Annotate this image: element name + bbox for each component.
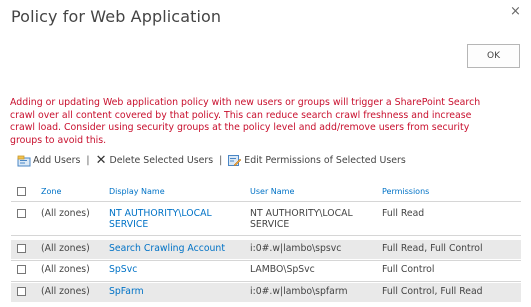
row-separator: [11, 260, 521, 261]
display-name-line: Search Crawling Account: [109, 243, 225, 254]
user-name-line: SERVICE: [250, 219, 290, 230]
add-users-icon: [17, 155, 31, 166]
user-name-line: NT AUTHORITY\LOCAL: [250, 208, 353, 219]
close-icon[interactable]: ×: [510, 4, 521, 19]
toolbar-separator: |: [86, 155, 90, 166]
permissions-cell: Full Control, Full Read: [382, 286, 483, 297]
display-name-line: NT AUTHORITY\LOCAL: [109, 208, 212, 219]
toolbar: Add Users | ✕ Delete Selected Users | Ed…: [17, 154, 406, 167]
display-name-link[interactable]: NT AUTHORITY\LOCAL SERVICE: [109, 208, 212, 230]
zone-cell: (All zones): [41, 264, 90, 275]
user-name-line: i:0#.w|lambo\spfarm: [250, 286, 348, 297]
header-user-name[interactable]: User Name: [250, 187, 294, 196]
edit-permissions-button[interactable]: Edit Permissions of Selected Users: [228, 154, 406, 167]
display-name-link[interactable]: SpSvc: [109, 264, 137, 275]
permissions-cell: Full Read: [382, 208, 425, 219]
ok-button[interactable]: OK: [467, 44, 520, 68]
toolbar-separator: |: [219, 155, 223, 166]
row-checkbox[interactable]: [17, 265, 26, 274]
user-name-cell: i:0#.w|lambo\spsvc: [250, 243, 341, 254]
user-name-cell: LAMBO\SpSvc: [250, 264, 315, 275]
header-separator: [11, 201, 521, 202]
row-separator: [11, 281, 521, 282]
permissions-cell: Full Control: [382, 264, 435, 275]
header-display-name[interactable]: Display Name: [109, 187, 165, 196]
permissions-cell: Full Read, Full Control: [382, 243, 483, 254]
user-name-cell: i:0#.w|lambo\spfarm: [250, 286, 348, 297]
edit-permissions-icon: [228, 155, 242, 167]
header-permissions[interactable]: Permissions: [382, 187, 429, 196]
display-name-line: SERVICE: [109, 219, 149, 230]
delete-selected-users-label: Delete Selected Users: [109, 155, 214, 166]
user-name-cell: NT AUTHORITY\LOCAL SERVICE: [250, 208, 353, 230]
zone-cell: (All zones): [41, 286, 90, 297]
row-separator: [11, 235, 521, 236]
header-zone[interactable]: Zone: [41, 187, 61, 196]
display-name-link[interactable]: Search Crawling Account: [109, 243, 225, 254]
row-checkbox[interactable]: [17, 209, 26, 218]
zone-cell: (All zones): [41, 208, 90, 219]
user-name-line: i:0#.w|lambo\spsvc: [250, 243, 342, 254]
display-name-link[interactable]: SpFarm: [109, 286, 144, 297]
row-checkbox[interactable]: [17, 287, 26, 296]
add-users-label: Add Users: [33, 155, 81, 166]
delete-selected-users-button[interactable]: ✕ Delete Selected Users: [96, 154, 214, 167]
edit-permissions-label: Edit Permissions of Selected Users: [244, 155, 406, 166]
display-name-line: SpSvc: [109, 264, 138, 275]
add-users-button[interactable]: Add Users: [17, 155, 80, 167]
row-checkbox[interactable]: [17, 244, 26, 253]
user-name-line: LAMBO\SpSvc: [250, 264, 315, 275]
select-all-checkbox[interactable]: [17, 187, 26, 196]
zone-cell: (All zones): [41, 243, 90, 254]
warning-message: Adding or updating Web application polic…: [10, 97, 481, 146]
dialog-title: Policy for Web Application: [11, 7, 222, 26]
display-name-line: SpFarm: [109, 286, 144, 297]
delete-x-icon: ✕: [95, 153, 107, 168]
